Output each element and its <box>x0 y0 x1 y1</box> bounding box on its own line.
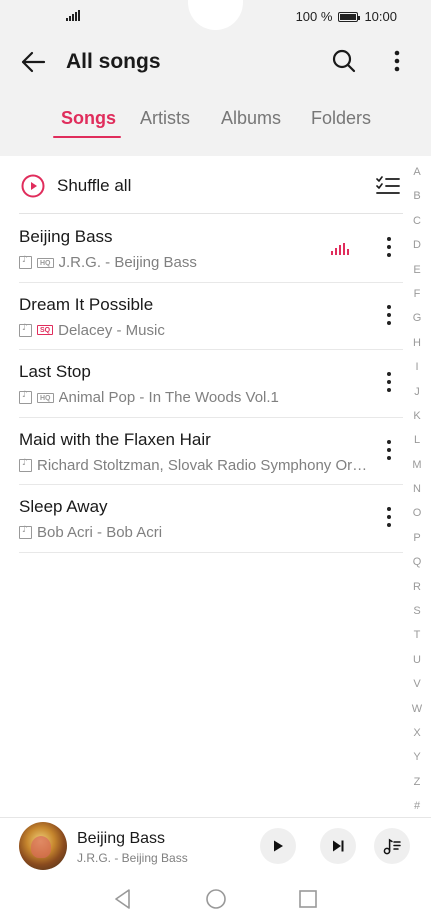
song-more-icon[interactable] <box>385 372 393 396</box>
app-bar: All songs Songs Artists Albums Folders <box>0 34 431 156</box>
song-artist-album: J.R.G. - Beijing Bass <box>58 254 197 271</box>
song-subtitle-line: Bob Acri - Bob Acri <box>19 524 373 541</box>
index-letter[interactable]: L <box>406 428 428 452</box>
song-subtitle-line: Richard Stoltzman, Slovak Radio Symphony… <box>19 457 373 474</box>
home-circle-icon[interactable] <box>204 887 228 911</box>
index-letter[interactable]: C <box>406 209 428 233</box>
index-letter[interactable]: J <box>406 380 428 404</box>
local-file-icon <box>19 323 32 337</box>
song-subtitle-line: SQ Delacey - Music <box>19 322 373 339</box>
quality-badge: SQ <box>37 325 54 335</box>
play-icon <box>274 840 283 852</box>
quality-badge: HQ <box>37 257 54 268</box>
song-title: Beijing Bass <box>19 227 113 246</box>
back-triangle-icon[interactable] <box>111 887 135 911</box>
now-playing-icon <box>331 243 349 255</box>
song-subtitle-line: HQ Animal Pop - In The Woods Vol.1 <box>19 389 373 406</box>
index-letter[interactable]: X <box>406 721 428 745</box>
album-art[interactable] <box>19 822 67 870</box>
local-file-icon <box>19 390 32 404</box>
song-row[interactable]: Sleep Away Bob Acri - Bob Acri <box>19 485 403 553</box>
index-letter[interactable]: N <box>406 477 428 501</box>
index-letter[interactable]: T <box>406 623 428 647</box>
tab-bar: Songs Artists Albums Folders <box>0 104 431 140</box>
next-button[interactable] <box>320 828 356 864</box>
song-title: Sleep Away <box>19 497 108 516</box>
index-letter[interactable]: R <box>406 575 428 599</box>
index-letter[interactable]: I <box>406 355 428 379</box>
tab-albums[interactable]: Albums <box>221 108 281 129</box>
index-letter[interactable]: E <box>406 258 428 282</box>
index-letter[interactable]: U <box>406 648 428 672</box>
song-more-icon[interactable] <box>385 304 393 329</box>
song-title: Dream It Possible <box>19 294 154 314</box>
song-row[interactable]: Dream It Possible SQ Delacey - Music <box>19 283 403 350</box>
local-file-icon <box>19 525 32 539</box>
song-artist-album: Delacey - Music <box>58 321 165 339</box>
play-circle-icon <box>21 174 45 198</box>
battery-percent: 100 % <box>295 9 333 24</box>
index-letter[interactable]: V <box>406 672 428 696</box>
battery-icon <box>338 11 361 22</box>
skip-next-icon <box>333 840 344 852</box>
local-file-icon <box>19 458 32 472</box>
song-title: Maid with the Flaxen Hair <box>19 429 211 449</box>
recents-square-icon[interactable] <box>296 887 320 911</box>
camera-notch <box>188 0 243 30</box>
status-bar: 100 % 10:00 <box>0 0 431 34</box>
index-letter[interactable]: P <box>406 526 428 550</box>
song-list: Beijing Bass HQ J.R.G. - Beijing Bass Dr… <box>19 215 403 553</box>
song-more-icon[interactable] <box>385 439 393 464</box>
more-vertical-icon[interactable] <box>387 47 407 75</box>
search-icon[interactable] <box>330 47 358 75</box>
tab-folders[interactable]: Folders <box>311 108 371 129</box>
index-letter[interactable]: # <box>406 794 428 818</box>
page-title: All songs <box>66 50 161 73</box>
system-nav-bar <box>0 875 431 924</box>
index-letter[interactable]: M <box>406 453 428 477</box>
clock: 10:00 <box>364 9 397 24</box>
index-letter[interactable]: G <box>406 306 428 330</box>
local-file-icon <box>19 255 32 269</box>
index-letter[interactable]: A <box>406 160 428 184</box>
song-more-icon[interactable] <box>385 507 393 531</box>
shuffle-all-label: Shuffle all <box>57 176 132 195</box>
queue-music-icon <box>383 838 401 855</box>
song-subtitle-line: HQ J.R.G. - Beijing Bass <box>19 254 373 271</box>
alphabet-index[interactable]: A B C D E F G H I J K L M N O P Q R S T U V W X Y Z # <box>406 160 428 819</box>
index-letter[interactable]: D <box>406 233 428 257</box>
signal-icon <box>66 9 80 21</box>
song-more-icon[interactable] <box>385 237 393 261</box>
index-letter[interactable]: Y <box>406 745 428 769</box>
song-row[interactable]: Last Stop HQ Animal Pop - In The Woods V… <box>19 350 403 418</box>
playlist-button[interactable] <box>374 828 410 864</box>
index-letter[interactable]: H <box>406 331 428 355</box>
status-right: 100 % 10:00 <box>296 9 397 24</box>
index-letter[interactable]: B <box>406 184 428 208</box>
tab-songs[interactable]: Songs <box>61 108 116 129</box>
song-artist-album: Animal Pop - In The Woods Vol.1 <box>58 389 279 406</box>
index-letter[interactable]: S <box>406 599 428 623</box>
index-letter[interactable]: Z <box>406 770 428 794</box>
song-artist-album: Richard Stoltzman, Slovak Radio Symphony… <box>37 456 368 474</box>
index-letter[interactable]: W <box>406 697 428 721</box>
tab-artists[interactable]: Artists <box>140 108 190 129</box>
index-letter[interactable]: O <box>406 501 428 525</box>
index-letter[interactable]: K <box>406 404 428 428</box>
mini-player[interactable]: Beijing Bass J.R.G. - Beijing Bass <box>0 817 431 875</box>
quality-badge: HQ <box>37 392 54 403</box>
now-playing-subtitle: J.R.G. - Beijing Bass <box>77 851 188 865</box>
play-button[interactable] <box>260 828 296 864</box>
active-tab-indicator <box>53 136 121 138</box>
multi-select-icon[interactable] <box>375 174 401 198</box>
song-row[interactable]: Maid with the Flaxen Hair Richard Stoltz… <box>19 418 403 485</box>
song-artist-album: Bob Acri - Bob Acri <box>37 524 163 541</box>
index-letter[interactable]: F <box>406 282 428 306</box>
song-row[interactable]: Beijing Bass HQ J.R.G. - Beijing Bass <box>19 215 403 283</box>
index-letter[interactable]: Q <box>406 550 428 574</box>
song-title: Last Stop <box>19 362 91 381</box>
now-playing-title: Beijing Bass <box>77 830 166 847</box>
back-arrow-icon[interactable] <box>18 48 50 76</box>
shuffle-all-row[interactable]: Shuffle all <box>19 158 403 214</box>
